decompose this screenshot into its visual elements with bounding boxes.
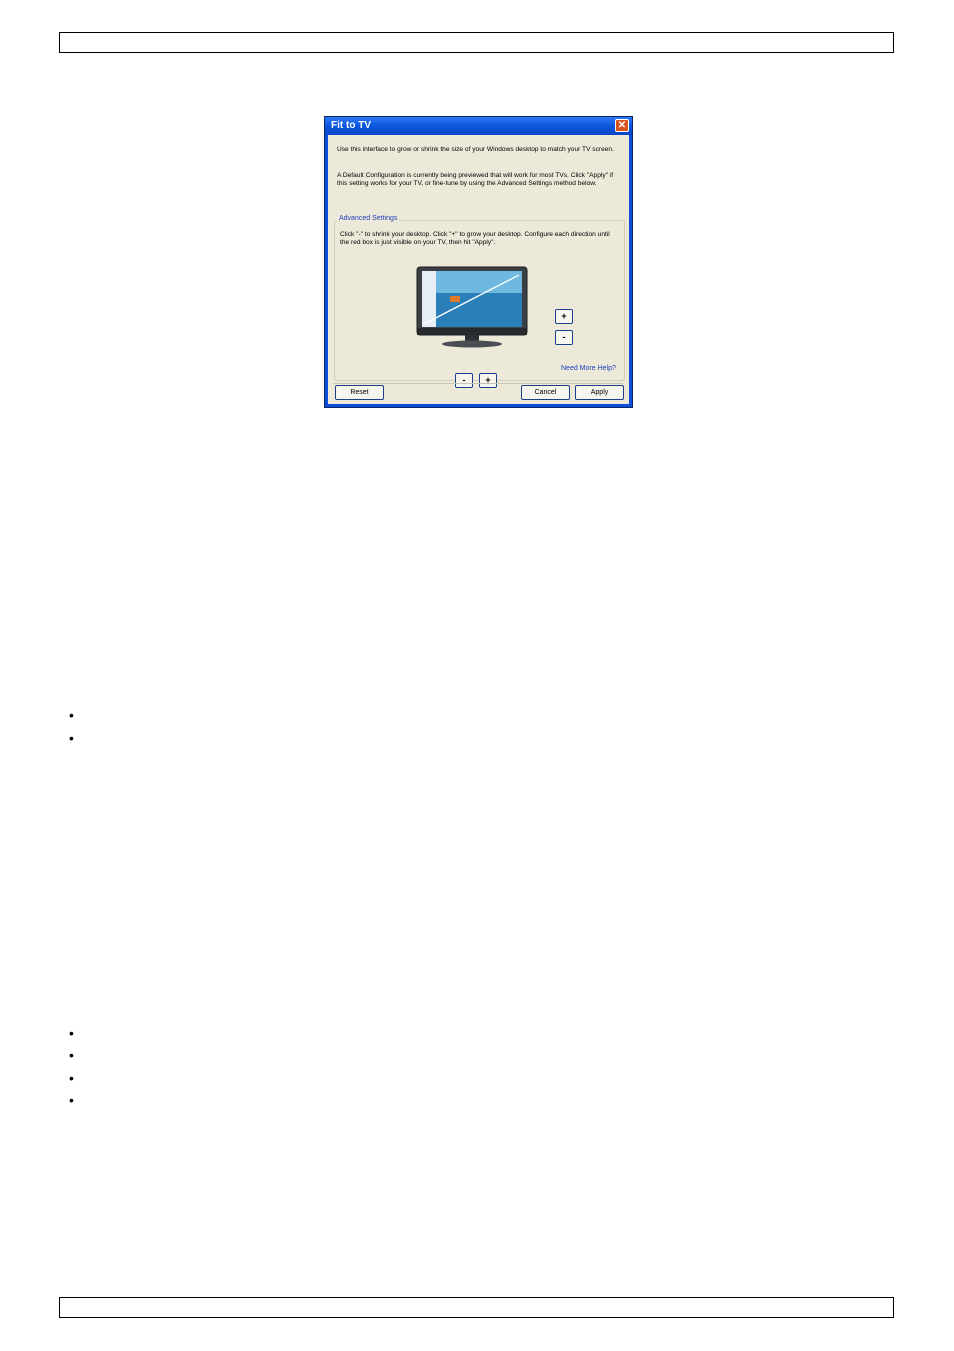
horizontal-grow-button[interactable]: + [479,373,497,388]
reset-button[interactable]: Reset [335,385,384,400]
bullet-marker: • [69,730,74,746]
button-separator [334,383,623,384]
advanced-instructions: Click "-" to shrink your desktop. Click … [340,231,610,247]
bullet-marker: • [69,707,74,723]
horizontal-shrink-button[interactable]: - [455,373,473,388]
bullet-marker: • [69,1025,74,1041]
vertical-grow-button[interactable]: + [555,309,573,324]
dialog-title: Fit to TV [331,120,371,131]
intro-text: Use this interface to grow or shrink the… [337,146,614,153]
page-header-box [59,32,894,53]
advanced-settings-label: Advanced Settings [337,215,400,222]
need-more-help-link[interactable]: Need More Help? [561,365,616,372]
bullet-marker: • [69,1070,74,1086]
default-config-text: A Default Configuration is currently bei… [337,172,614,188]
cancel-button[interactable]: Cancel [521,385,570,400]
dialog-client-area: Use this interface to grow or shrink the… [328,135,629,404]
bullet-marker: • [69,1092,74,1108]
vertical-shrink-button[interactable]: - [555,330,573,345]
title-bar[interactable]: Fit to TV ✕ [325,117,632,135]
tv-preview-icon [416,266,528,348]
page-footer-box [59,1297,894,1318]
fit-to-tv-dialog: Fit to TV ✕ Use this interface to grow o… [324,116,633,408]
apply-button[interactable]: Apply [575,385,624,400]
close-icon[interactable]: ✕ [615,119,629,132]
bullet-marker: • [69,1047,74,1063]
